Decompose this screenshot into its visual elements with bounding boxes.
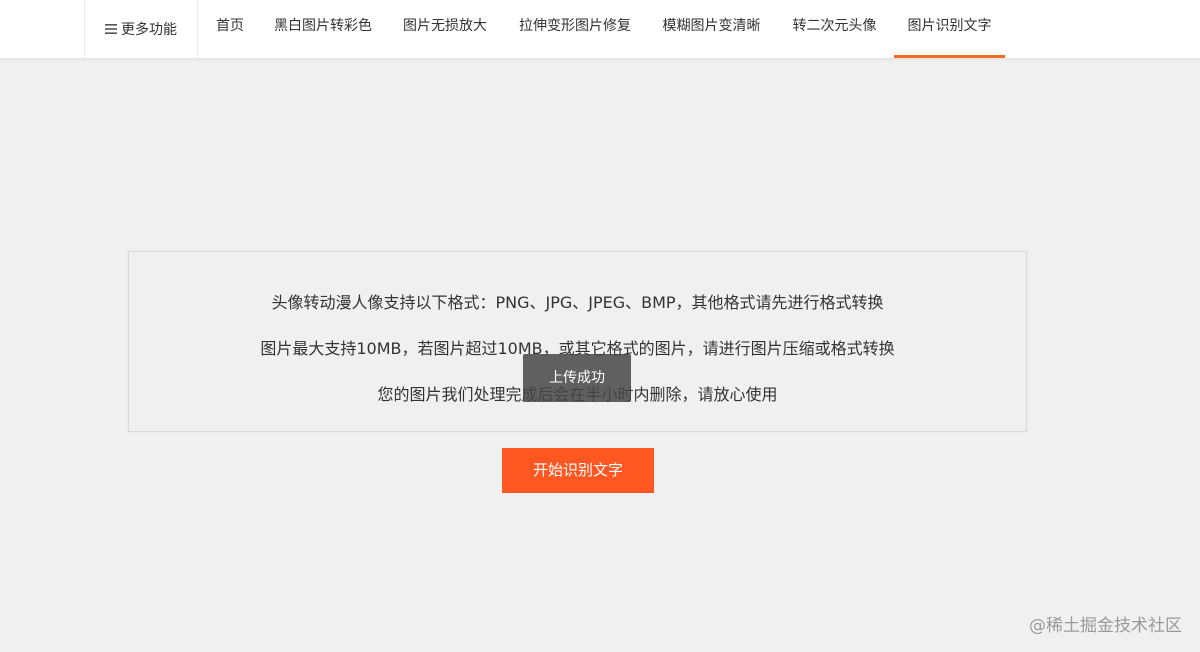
upload-notice-box: 头像转动漫人像支持以下格式：PNG、JPG、JPEG、BMP，其他格式请先进行格… (128, 251, 1027, 432)
nav-item-ocr[interactable]: 图片识别文字 (894, 0, 1005, 58)
nav-item-home[interactable]: 首页 (214, 0, 246, 58)
more-features-button[interactable]: 更多功能 (84, 0, 198, 58)
nav-item-colorize[interactable]: 黑白图片转彩色 (272, 0, 374, 58)
nav-item-stretch-repair[interactable]: 拉伸变形图片修复 (516, 0, 634, 58)
nav-item-upscale[interactable]: 图片无损放大 (401, 0, 489, 58)
top-navigation-bar: 更多功能 首页 黑白图片转彩色 图片无损放大 拉伸变形图片修复 模糊图片变清晰 … (0, 0, 1200, 59)
nav-item-anime-avatar[interactable]: 转二次元头像 (790, 0, 879, 58)
upload-success-toast: 上传成功 (523, 354, 631, 402)
hamburger-icon (105, 24, 117, 34)
nav-item-deblur[interactable]: 模糊图片变清晰 (660, 0, 763, 58)
start-ocr-button[interactable]: 开始识别文字 (502, 448, 654, 493)
watermark: @稀土掘金技术社区 (1029, 616, 1182, 636)
notice-format-line: 头像转动漫人像支持以下格式：PNG、JPG、JPEG、BMP，其他格式请先进行格… (271, 293, 884, 312)
more-features-label: 更多功能 (121, 22, 177, 38)
